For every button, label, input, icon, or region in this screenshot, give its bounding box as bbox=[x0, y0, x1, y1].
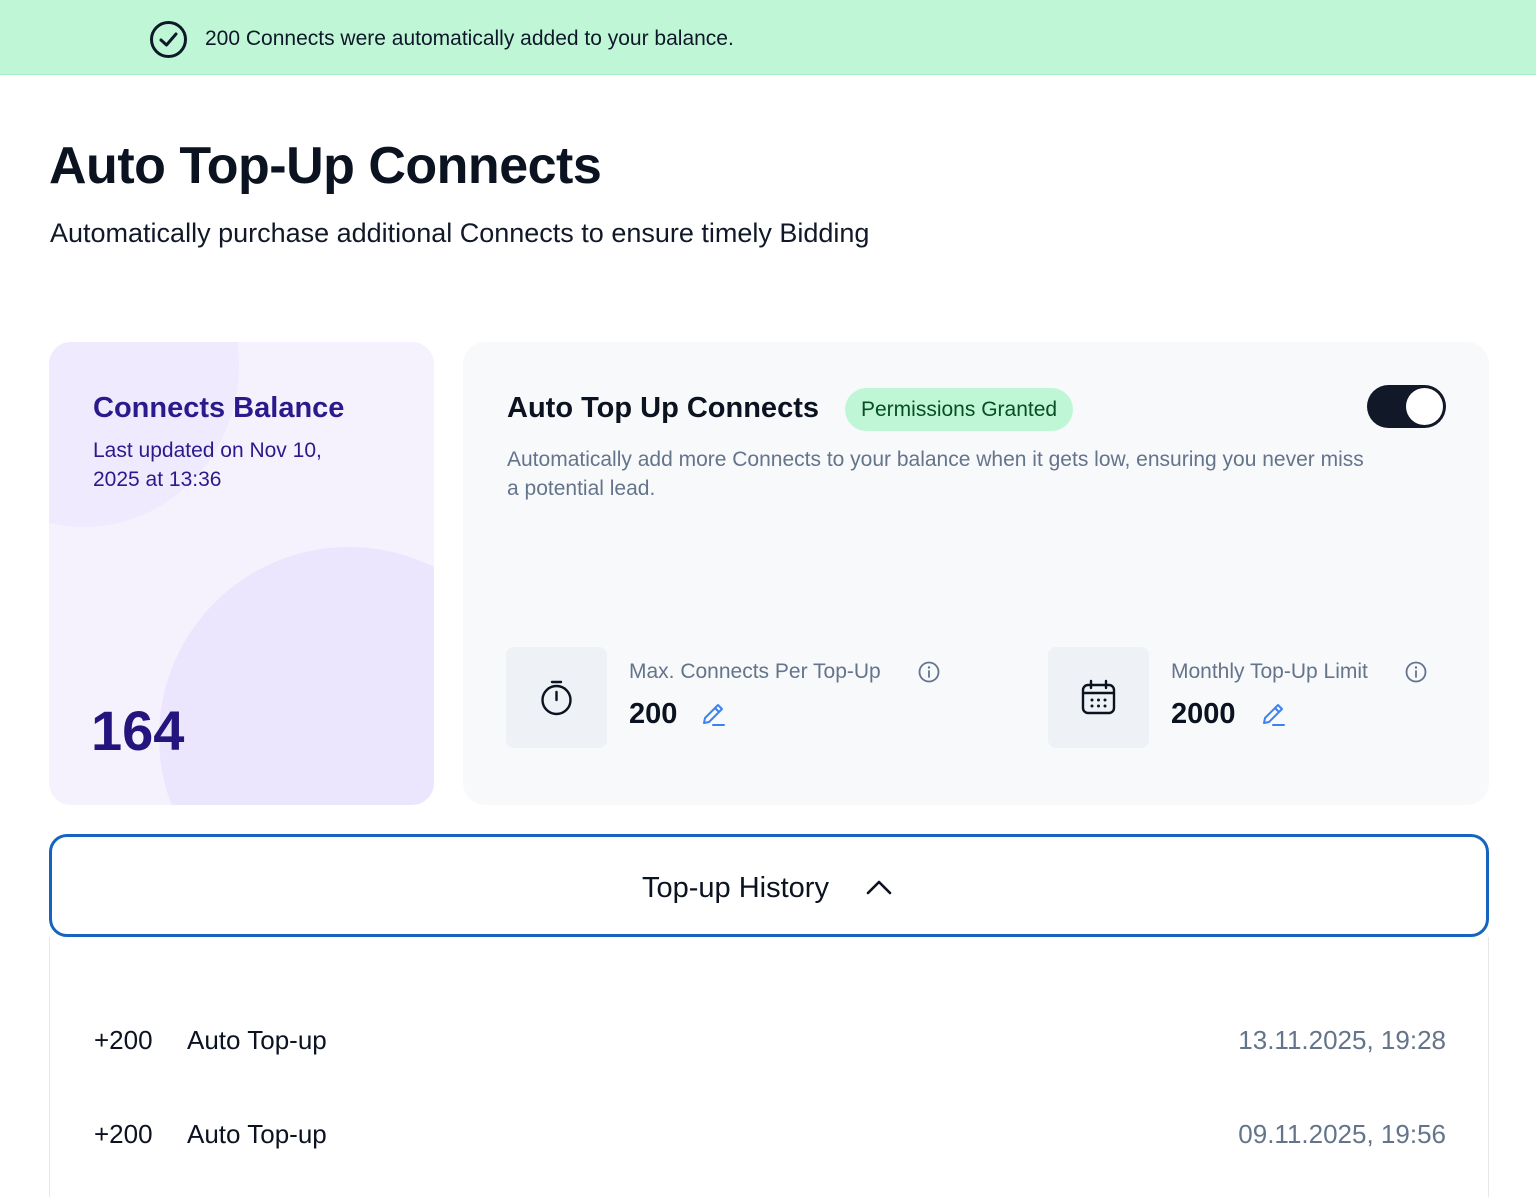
decorative-bubble bbox=[49, 342, 239, 527]
history-row: +200 Auto Top-up 13.11.2025, 19:28 bbox=[50, 1025, 1490, 1065]
edit-max-per-topup-icon[interactable] bbox=[700, 701, 726, 732]
history-amount: +200 bbox=[94, 1025, 153, 1055]
page-subtitle: Automatically purchase additional Connec… bbox=[50, 218, 870, 248]
topup-history-toggle[interactable]: Top-up History bbox=[49, 834, 1489, 937]
stopwatch-icon-box bbox=[506, 647, 607, 748]
connects-balance-card: Connects Balance Last updated on Nov 10,… bbox=[49, 342, 434, 805]
chevron-up-icon bbox=[865, 877, 893, 902]
topup-history-label: Top-up History bbox=[642, 872, 829, 904]
stopwatch-icon bbox=[541, 680, 572, 716]
topup-history-list: +200 Auto Top-up 13.11.2025, 19:28 +200 … bbox=[49, 937, 1489, 1197]
toggle-knob bbox=[1406, 388, 1443, 425]
auto-topup-description: Automatically add more Connects to your … bbox=[507, 448, 1364, 500]
decorative-bubble bbox=[159, 547, 434, 805]
check-circle-icon bbox=[149, 20, 188, 59]
balance-last-updated: Last updated on Nov 10, 2025 at 13:36 bbox=[93, 439, 322, 491]
notification-banner: 200 Connects were automatically added to… bbox=[0, 0, 1536, 75]
history-type: Auto Top-up bbox=[187, 1025, 327, 1055]
max-per-topup-label: Max. Connects Per Top-Up bbox=[629, 660, 881, 683]
balance-value: 164 bbox=[91, 699, 185, 762]
info-icon[interactable] bbox=[918, 661, 940, 688]
auto-topup-card: Auto Top Up Connects Permissions Granted… bbox=[463, 342, 1489, 805]
history-date: 09.11.2025, 19:56 bbox=[1238, 1119, 1446, 1149]
edit-monthly-limit-icon[interactable] bbox=[1260, 701, 1286, 732]
history-type: Auto Top-up bbox=[187, 1119, 327, 1149]
monthly-limit-value: 2000 bbox=[1171, 698, 1236, 730]
auto-topup-title: Auto Top Up Connects bbox=[507, 392, 819, 424]
calendar-icon-box bbox=[1048, 647, 1149, 748]
banner-message: 200 Connects were automatically added to… bbox=[205, 27, 734, 50]
balance-title: Connects Balance bbox=[93, 392, 345, 424]
history-row: +200 Auto Top-up 09.11.2025, 19:56 bbox=[50, 1119, 1490, 1159]
history-amount: +200 bbox=[94, 1119, 153, 1149]
history-date: 13.11.2025, 19:28 bbox=[1238, 1025, 1446, 1055]
page-title: Auto Top-Up Connects bbox=[49, 137, 602, 195]
auto-topup-toggle[interactable] bbox=[1367, 385, 1446, 428]
info-icon[interactable] bbox=[1405, 661, 1427, 688]
max-per-topup-value: 200 bbox=[629, 698, 678, 730]
permissions-badge: Permissions Granted bbox=[845, 388, 1074, 431]
monthly-limit-label: Monthly Top-Up Limit bbox=[1171, 660, 1368, 683]
calendar-icon bbox=[1081, 679, 1116, 715]
